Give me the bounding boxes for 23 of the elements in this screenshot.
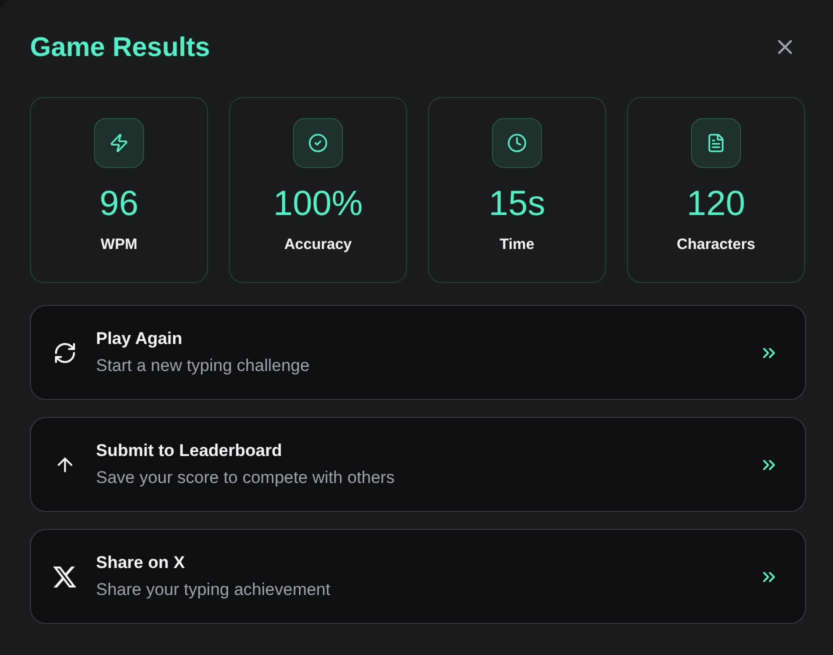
x-logo-icon (53, 564, 77, 588)
action-description: Save your score to compete with others (96, 467, 396, 489)
clock-icon (492, 118, 542, 168)
stat-label: Time (500, 235, 534, 255)
action-button[interactable]: Submit to Leaderboard Save your score to compete with others (30, 417, 806, 512)
action-description: Share your typing achievement (96, 579, 332, 601)
document-icon (691, 118, 741, 168)
action-description: Start a new typing challenge (96, 355, 311, 377)
action-title: Play Again (96, 328, 184, 350)
stat-value: 15s (488, 184, 546, 224)
dialog-title: Game Results (30, 31, 210, 64)
stat-label: WPM (100, 235, 138, 255)
action-title: Submit to Leaderboard (96, 440, 284, 462)
stat-value: 100% (273, 184, 363, 224)
stat-value: 96 (100, 184, 138, 224)
action-button[interactable]: Play Again Start a new typing challenge (30, 305, 806, 400)
stat-value: 120 (686, 184, 746, 224)
action-button[interactable]: Share on X Share your typing achievement (30, 529, 806, 624)
action-title: Share on X (96, 552, 186, 574)
stat-label: Accuracy (284, 235, 352, 255)
refresh-icon (53, 340, 77, 364)
lightning-icon (94, 118, 144, 168)
stat-label: Characters (676, 235, 756, 255)
